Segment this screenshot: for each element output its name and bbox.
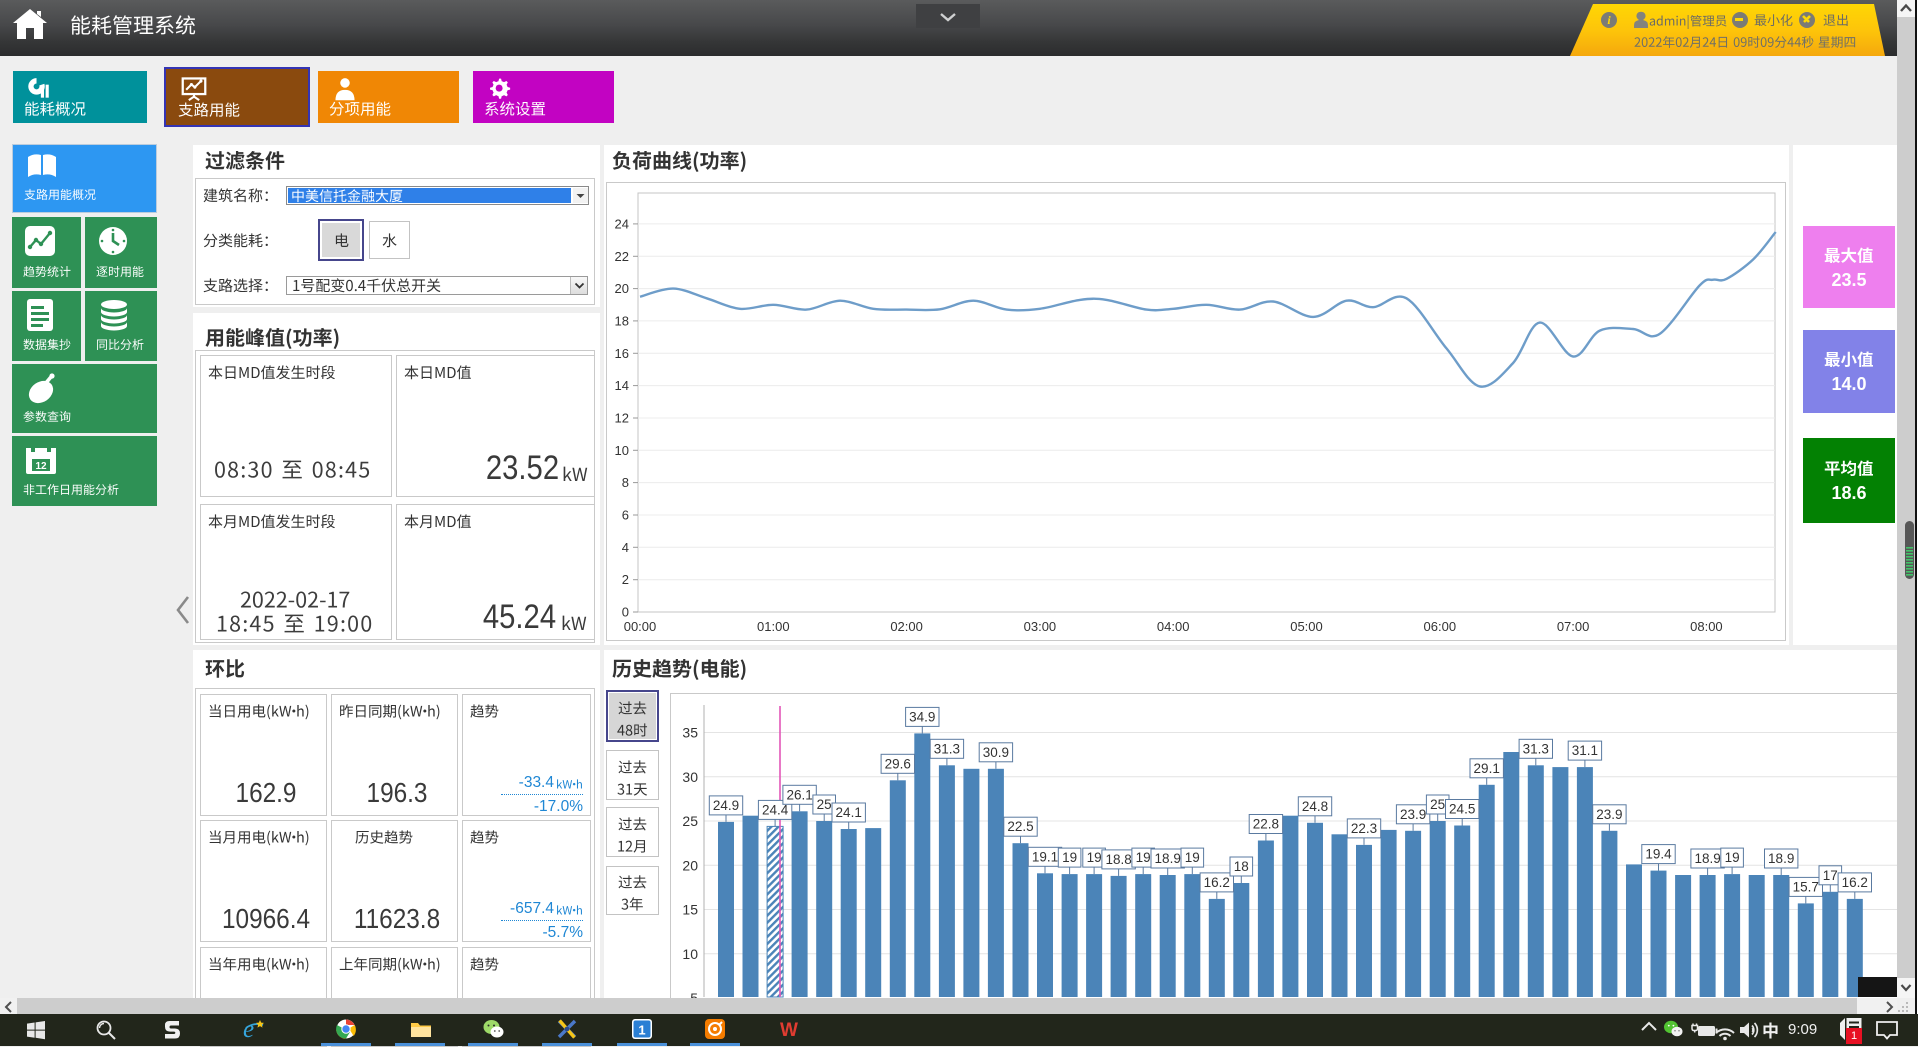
svg-text:W: W — [780, 1020, 798, 1041]
svg-text:e: e — [243, 1016, 254, 1043]
svg-text:1: 1 — [638, 1023, 645, 1038]
